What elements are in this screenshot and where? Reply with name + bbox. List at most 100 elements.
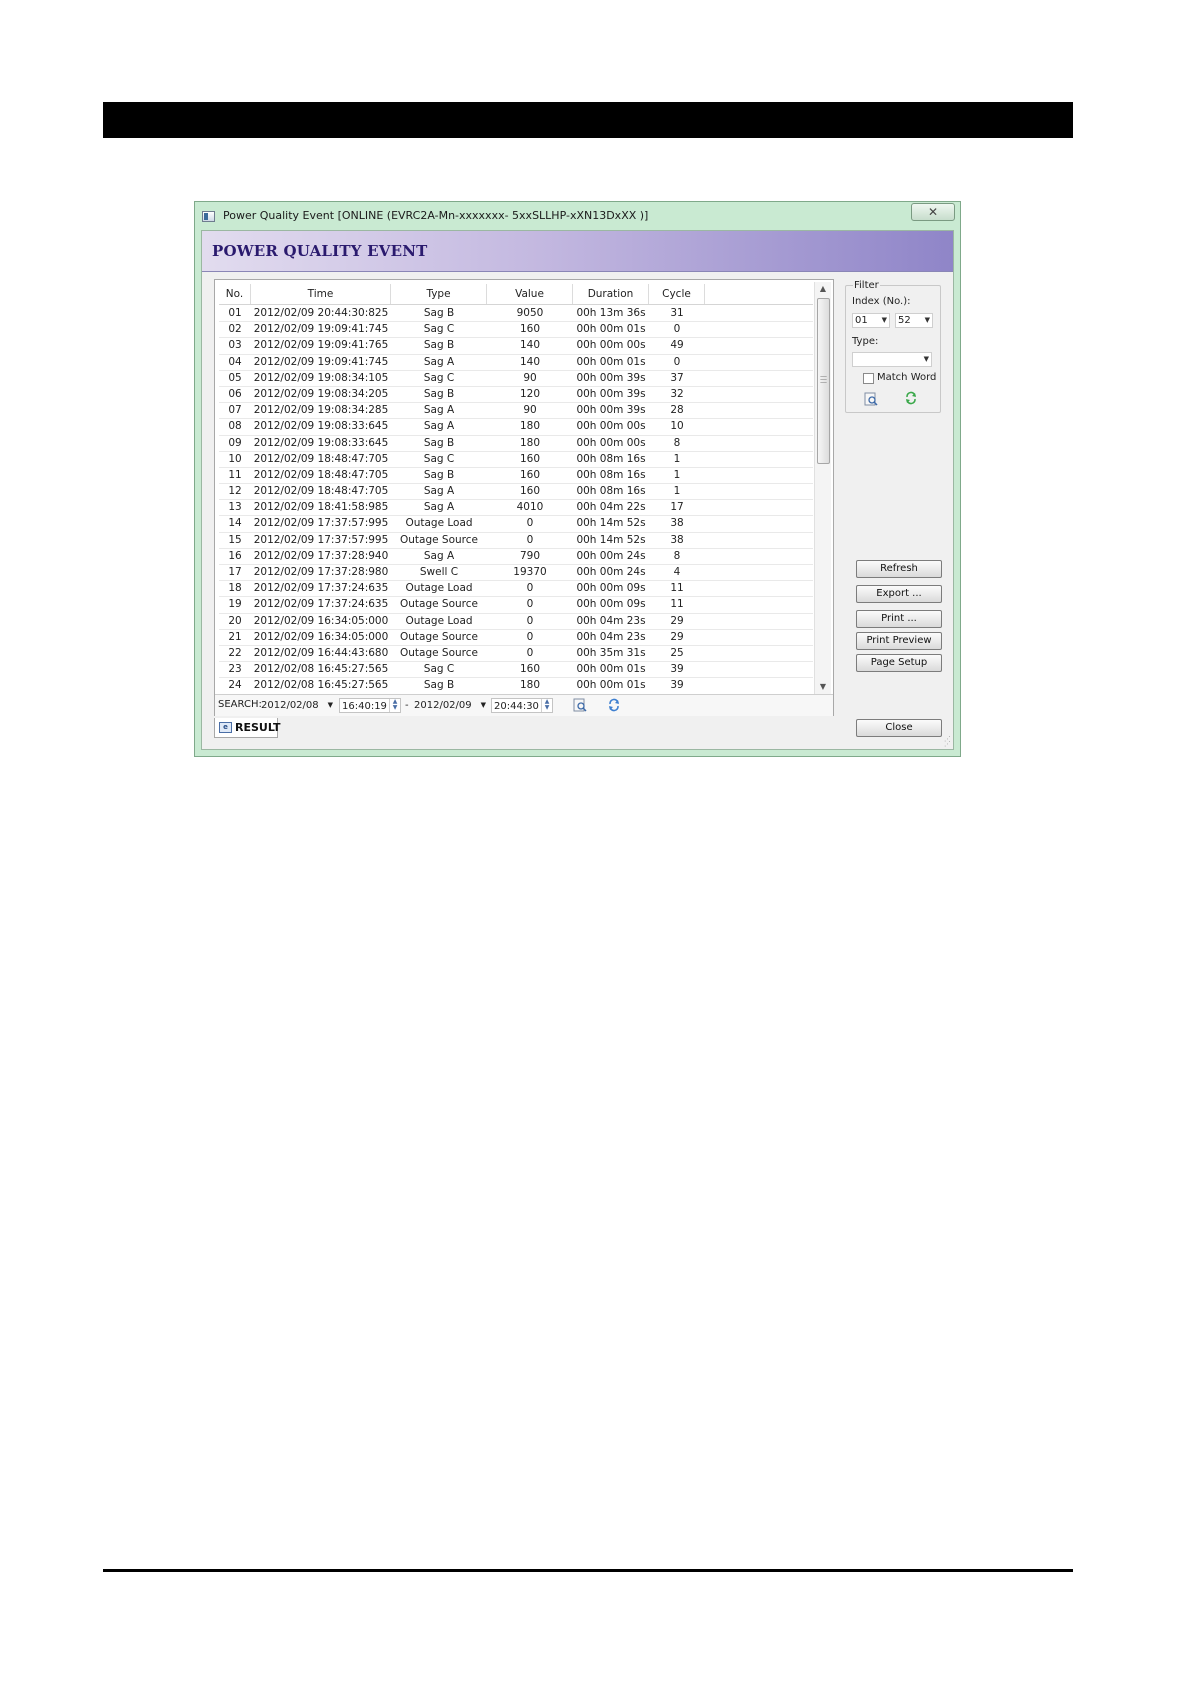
cell-no: 12 xyxy=(228,485,242,498)
chevron-down-icon[interactable]: ▼ xyxy=(925,314,930,327)
column-header-value[interactable]: Value xyxy=(487,284,573,304)
refresh-button[interactable]: Refresh xyxy=(856,560,942,578)
print-button[interactable]: Print ... xyxy=(856,610,942,628)
resize-grip-icon[interactable]: ⋰ ⋰ xyxy=(944,736,951,748)
table-row[interactable]: 14 2012/02/09 17:37:57:995 Outage Load 0 00h… xyxy=(219,516,813,533)
cell-time: 2012/02/09 20:44:30:825 xyxy=(253,307,389,319)
table-row[interactable]: 09 2012/02/09 19:08:33:645 Sag B 180 00h 00m… xyxy=(219,436,813,452)
table-row[interactable]: 12 2012/02/09 18:48:47:705 Sag A 160 00h 08m… xyxy=(219,484,813,501)
table-row[interactable]: 10 2012/02/09 18:48:47:705 Sag C 160 00h 08m… xyxy=(219,452,813,468)
cell-cycle: 0 xyxy=(673,323,681,336)
cell-time: 2012/02/09 19:09:41:765 xyxy=(253,339,389,352)
page-setup-button[interactable]: Page Setup xyxy=(856,654,942,672)
table-row[interactable]: 11 2012/02/09 18:48:47:705 Sag B 160 00h 08m… xyxy=(219,468,813,485)
type-select[interactable]: ▼ xyxy=(852,352,932,367)
cell-time: 2012/02/09 19:08:33:645 xyxy=(253,436,389,449)
print-preview-button[interactable]: Print Preview xyxy=(856,632,942,650)
banner-title: POWER QUALITY EVENT xyxy=(212,242,428,260)
cell-cycle: 39 xyxy=(670,679,684,692)
to-date-picker[interactable]: 2012/02/09 ▼ xyxy=(414,698,488,713)
tab-result[interactable]: e RESULT xyxy=(214,718,281,738)
vertical-scrollbar[interactable]: ▲ — — — ▼ xyxy=(814,282,831,694)
cell-cycle: 17 xyxy=(670,501,684,514)
spinner-arrows-icon[interactable]: ▲ ▼ xyxy=(541,699,552,712)
result-tab-icon: e xyxy=(219,722,232,733)
spinner-arrows-icon[interactable]: ▲ ▼ xyxy=(389,699,400,712)
page-header-bar xyxy=(103,102,1073,138)
cell-type: Sag B xyxy=(423,436,455,449)
cell-value: 160 xyxy=(519,485,541,498)
scrollbar-thumb[interactable]: — — — xyxy=(817,298,830,464)
table-row[interactable]: 21 2012/02/09 16:34:05:000 Outage Source 0 0… xyxy=(219,630,813,646)
table-row[interactable]: 22 2012/02/09 16:44:43:680 Outage Source 0 0… xyxy=(219,646,813,663)
table-row[interactable]: 13 2012/02/09 18:41:58:985 Sag A 4010 00h 04… xyxy=(219,500,813,517)
table-row[interactable]: 23 2012/02/08 16:45:27:565 Sag C 160 00h 00m… xyxy=(219,662,813,679)
chevron-down-icon[interactable]: ▼ xyxy=(882,314,887,327)
table-row[interactable]: 16 2012/02/09 17:37:28:940 Sag A 790 00h 00m… xyxy=(219,549,813,565)
refresh-icon[interactable] xyxy=(904,391,918,405)
refresh-icon[interactable] xyxy=(607,698,621,712)
column-header-time[interactable]: Time xyxy=(251,284,391,304)
cell-no: 15 xyxy=(228,533,242,546)
table-row[interactable]: 18 2012/02/09 17:37:24:635 Outage Load 0 00h… xyxy=(219,581,813,598)
scroll-up-arrow-icon[interactable]: ▲ xyxy=(815,282,831,296)
event-table: No. Time Type Value Duration Cycle 01 201… xyxy=(214,279,834,716)
cell-type: Sag A xyxy=(423,420,455,433)
table-row[interactable]: 19 2012/02/09 17:37:24:635 Outage Source 0 0… xyxy=(219,597,813,614)
scroll-down-arrow-icon[interactable]: ▼ xyxy=(815,680,831,694)
cell-duration: 00h 04m 22s xyxy=(576,501,646,514)
to-time-stepper[interactable]: 20:44:30 ▲ ▼ xyxy=(491,698,553,713)
cell-value: 9050 xyxy=(516,307,544,319)
cell-duration: 00h 04m 23s xyxy=(576,630,646,643)
export-button[interactable]: Export ... xyxy=(856,585,942,603)
from-date-value: 2012/02/08 xyxy=(261,700,319,711)
table-row[interactable]: 04 2012/02/09 19:09:41:745 Sag A 140 00h 00m… xyxy=(219,355,813,371)
from-date-picker[interactable]: 2012/02/08 ▼ xyxy=(261,698,335,713)
from-time-stepper[interactable]: 16:40:19 ▲ ▼ xyxy=(339,698,401,713)
column-header-no[interactable]: No. xyxy=(219,284,251,304)
table-row[interactable]: 05 2012/02/09 19:08:34:105 Sag C 90 00h 00m … xyxy=(219,371,813,387)
cell-time: 2012/02/09 17:37:24:635 xyxy=(253,598,389,611)
index-from-select[interactable]: 01 ▼ xyxy=(852,313,890,328)
window-close-button[interactable]: ✕ xyxy=(911,203,955,221)
cell-no: 07 xyxy=(228,404,242,417)
close-button[interactable]: Close xyxy=(856,719,942,737)
cell-duration: 00h 00m 00s xyxy=(576,436,646,449)
cell-type: Outage Load xyxy=(405,517,473,530)
table-row[interactable]: 24 2012/02/08 16:45:27:565 Sag B 180 00h 00m… xyxy=(219,678,813,695)
column-header-cycle[interactable]: Cycle xyxy=(649,284,705,304)
match-word-checkbox[interactable] xyxy=(863,373,874,384)
cell-type: Outage Source xyxy=(400,533,478,546)
chevron-down-icon[interactable]: ▼ xyxy=(481,698,486,713)
table-row[interactable]: 01 2012/02/09 20:44:30:825 Sag B 9050 00h 13… xyxy=(219,306,813,323)
cell-no: 02 xyxy=(228,323,242,336)
table-row[interactable]: 07 2012/02/09 19:08:34:285 Sag A 90 00h 00m … xyxy=(219,403,813,420)
cell-no: 17 xyxy=(228,566,242,578)
cell-duration: 00h 00m 00s xyxy=(576,420,646,433)
cell-duration: 00h 14m 52s xyxy=(576,517,646,530)
index-label: Index (No.): xyxy=(852,296,911,307)
table-row[interactable]: 08 2012/02/09 19:08:33:645 Sag A 180 00h 00m… xyxy=(219,419,813,436)
cell-time: 2012/02/09 16:34:05:000 xyxy=(253,614,389,627)
search-icon[interactable] xyxy=(573,698,587,712)
chevron-down-icon[interactable]: ▼ xyxy=(924,353,929,366)
cell-value: 0 xyxy=(526,582,534,595)
index-to-select[interactable]: 52 ▼ xyxy=(895,313,933,328)
search-icon[interactable] xyxy=(864,392,878,406)
cell-type: Sag B xyxy=(423,307,455,319)
table-row[interactable]: 02 2012/02/09 19:09:41:745 Sag C 160 00h 00m… xyxy=(219,322,813,339)
cell-type: Sag B xyxy=(423,339,455,352)
column-header-type[interactable]: Type xyxy=(391,284,487,304)
power-quality-event-window: Power Quality Event [ONLINE (EVRC2A-Mn-x… xyxy=(194,201,961,757)
table-row[interactable]: 06 2012/02/09 19:08:34:205 Sag B 120 00h 00m… xyxy=(219,387,813,404)
cell-time: 2012/02/09 19:09:41:745 xyxy=(253,355,389,368)
cell-duration: 00h 04m 23s xyxy=(576,614,646,627)
cell-value: 140 xyxy=(519,339,541,352)
chevron-down-icon[interactable]: ▼ xyxy=(328,698,333,713)
cell-no: 01 xyxy=(228,307,242,319)
table-row[interactable]: 15 2012/02/09 17:37:57:995 Outage Source 0 0… xyxy=(219,533,813,549)
table-row[interactable]: 20 2012/02/09 16:34:05:000 Outage Load 0 00h… xyxy=(219,614,813,630)
table-row[interactable]: 03 2012/02/09 19:09:41:765 Sag B 140 00h 00m… xyxy=(219,338,813,355)
column-header-duration[interactable]: Duration xyxy=(573,284,649,304)
table-row[interactable]: 17 2012/02/09 17:37:28:980 Swell C 19370 00h… xyxy=(219,565,813,582)
